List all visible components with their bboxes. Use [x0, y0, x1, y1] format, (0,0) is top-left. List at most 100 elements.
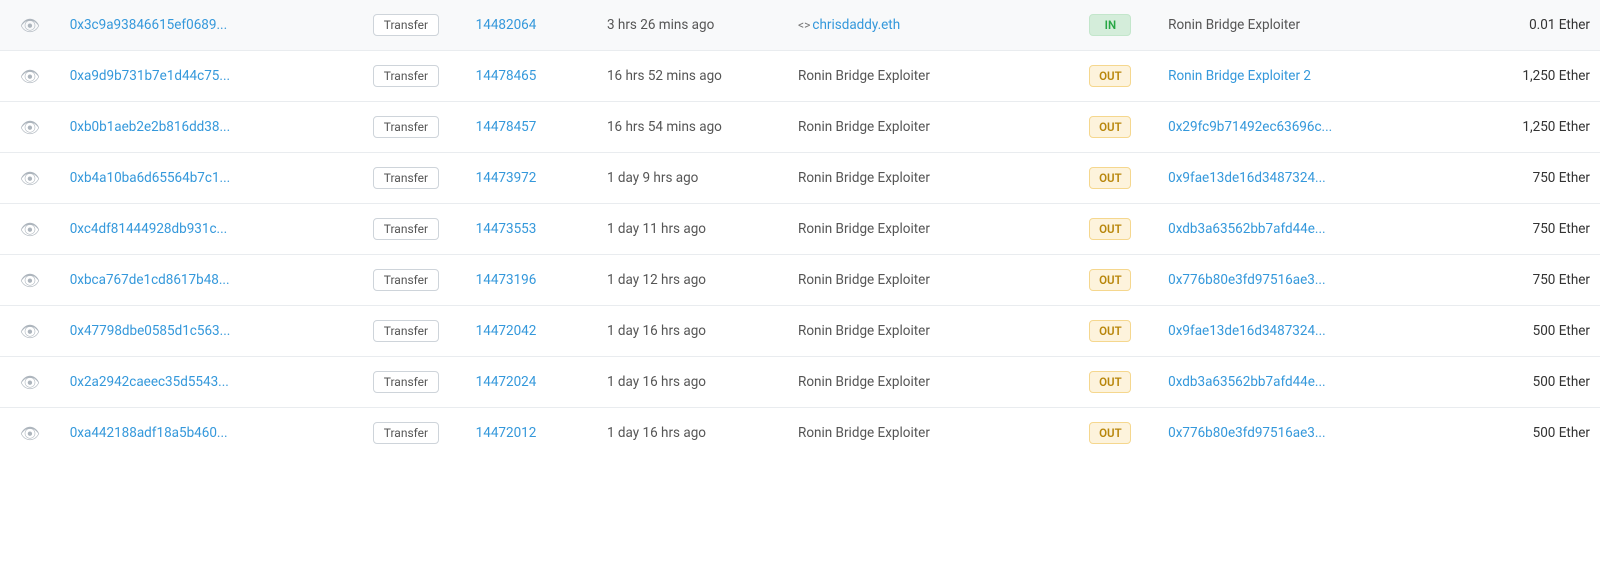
age-text: 1 day 12 hrs ago: [607, 272, 706, 288]
eye-cell: 👁: [0, 0, 60, 51]
from-text: Ronin Bridge Exploiter: [798, 323, 930, 339]
eye-cell: 👁: [0, 51, 60, 102]
direction-cell: OUT: [1063, 153, 1159, 204]
direction-badge: OUT: [1089, 422, 1131, 444]
age-text: 1 day 16 hrs ago: [607, 374, 706, 390]
value-text: 0.01 Ether: [1529, 17, 1590, 33]
eye-cell: 👁: [0, 408, 60, 459]
age-cell: 1 day 12 hrs ago: [597, 255, 788, 306]
type-cell: Transfer: [346, 153, 465, 204]
age-text: 16 hrs 54 mins ago: [607, 119, 722, 135]
direction-cell: OUT: [1063, 357, 1159, 408]
to-link[interactable]: 0x9fae13de16d3487324...: [1168, 323, 1326, 339]
value-cell: 1,250 Ether: [1445, 102, 1600, 153]
to-cell: 0x776b80e3fd97516ae3...: [1158, 255, 1445, 306]
value-cell: 500 Ether: [1445, 408, 1600, 459]
tx-hash-cell: 0x2a2942caeec35d5543...: [60, 357, 347, 408]
direction-badge: OUT: [1089, 218, 1131, 240]
to-link[interactable]: 0xdb3a63562bb7afd44e...: [1168, 374, 1325, 390]
to-link[interactable]: 0x776b80e3fd97516ae3...: [1168, 272, 1325, 288]
direction-badge: OUT: [1089, 320, 1131, 342]
eye-icon[interactable]: 👁: [20, 220, 40, 239]
block-cell: 14482064: [466, 0, 597, 51]
type-cell: Transfer: [346, 306, 465, 357]
eye-icon[interactable]: 👁: [20, 16, 40, 35]
tx-hash-link[interactable]: 0xa442188adf18a5b460...: [70, 425, 228, 441]
tx-hash-link[interactable]: 0x3c9a93846615ef0689...: [70, 17, 227, 33]
block-link[interactable]: 14482064: [476, 17, 537, 33]
eye-cell: 👁: [0, 102, 60, 153]
from-text: Ronin Bridge Exploiter: [798, 68, 930, 84]
from-cell: <>chrisdaddy.eth: [788, 0, 1063, 51]
to-link[interactable]: 0x776b80e3fd97516ae3...: [1168, 425, 1325, 441]
table-row: 👁 0x3c9a93846615ef0689... Transfer 14482064…: [0, 0, 1600, 51]
transfer-badge: Transfer: [373, 116, 439, 138]
block-link[interactable]: 14472012: [476, 425, 537, 441]
direction-cell: IN: [1063, 0, 1159, 51]
tx-hash-cell: 0xa9d9b731b7e1d44c75...: [60, 51, 347, 102]
from-cell: Ronin Bridge Exploiter: [788, 255, 1063, 306]
to-cell: 0x9fae13de16d3487324...: [1158, 153, 1445, 204]
age-cell: 1 day 16 hrs ago: [597, 306, 788, 357]
block-cell: 14473196: [466, 255, 597, 306]
transactions-table: 👁 0x3c9a93846615ef0689... Transfer 14482064…: [0, 0, 1600, 458]
block-cell: 14473553: [466, 204, 597, 255]
eye-icon[interactable]: 👁: [20, 322, 40, 341]
value-cell: 0.01 Ether: [1445, 0, 1600, 51]
eye-icon[interactable]: 👁: [20, 373, 40, 392]
from-cell: Ronin Bridge Exploiter: [788, 306, 1063, 357]
value-text: 750 Ether: [1533, 221, 1590, 237]
block-link[interactable]: 14473972: [476, 170, 537, 186]
table-row: 👁 0xa9d9b731b7e1d44c75... Transfer 14478465…: [0, 51, 1600, 102]
age-cell: 1 day 11 hrs ago: [597, 204, 788, 255]
eye-icon[interactable]: 👁: [20, 67, 40, 86]
contract-icon: <>: [798, 18, 810, 32]
direction-badge: OUT: [1089, 269, 1131, 291]
direction-cell: OUT: [1063, 51, 1159, 102]
block-link[interactable]: 14473196: [476, 272, 537, 288]
value-text: 500 Ether: [1533, 374, 1590, 390]
from-cell: Ronin Bridge Exploiter: [788, 408, 1063, 459]
table-row: 👁 0xb4a10ba6d65564b7c1... Transfer 14473972…: [0, 153, 1600, 204]
tx-hash-link[interactable]: 0x2a2942caeec35d5543...: [70, 374, 229, 390]
value-text: 500 Ether: [1533, 425, 1590, 441]
to-cell: Ronin Bridge Exploiter: [1158, 0, 1445, 51]
block-link[interactable]: 14472024: [476, 374, 537, 390]
to-link[interactable]: 0xdb3a63562bb7afd44e...: [1168, 221, 1325, 237]
tx-hash-link[interactable]: 0x47798dbe0585d1c563...: [70, 323, 231, 339]
value-text: 750 Ether: [1533, 272, 1590, 288]
from-text: Ronin Bridge Exploiter: [798, 221, 930, 237]
from-link[interactable]: chrisdaddy.eth: [812, 17, 900, 33]
eye-icon[interactable]: 👁: [20, 424, 40, 443]
from-cell: Ronin Bridge Exploiter: [788, 204, 1063, 255]
block-link[interactable]: 14478457: [476, 119, 537, 135]
type-cell: Transfer: [346, 408, 465, 459]
eye-icon[interactable]: 👁: [20, 169, 40, 188]
tx-hash-link[interactable]: 0xc4df81444928db931c...: [70, 221, 228, 237]
from-cell: Ronin Bridge Exploiter: [788, 153, 1063, 204]
value-cell: 750 Ether: [1445, 204, 1600, 255]
transfer-badge: Transfer: [373, 371, 439, 393]
tx-hash-link[interactable]: 0xb4a10ba6d65564b7c1...: [70, 170, 231, 186]
age-text: 1 day 16 hrs ago: [607, 425, 706, 441]
eye-cell: 👁: [0, 204, 60, 255]
eye-icon[interactable]: 👁: [20, 271, 40, 290]
block-link[interactable]: 14472042: [476, 323, 537, 339]
value-text: 1,250 Ether: [1522, 68, 1590, 84]
block-link[interactable]: 14478465: [476, 68, 537, 84]
tx-hash-link[interactable]: 0xbca767de1cd8617b48...: [70, 272, 230, 288]
tx-hash-link[interactable]: 0xb0b1aeb2e2b816dd38...: [70, 119, 230, 135]
eye-icon[interactable]: 👁: [20, 118, 40, 137]
type-cell: Transfer: [346, 0, 465, 51]
type-cell: Transfer: [346, 51, 465, 102]
to-link[interactable]: 0x9fae13de16d3487324...: [1168, 170, 1326, 186]
eye-cell: 👁: [0, 255, 60, 306]
tx-hash-link[interactable]: 0xa9d9b731b7e1d44c75...: [70, 68, 230, 84]
to-link[interactable]: 0x29fc9b71492ec63696c...: [1168, 119, 1332, 135]
block-cell: 14478465: [466, 51, 597, 102]
table-row: 👁 0xb0b1aeb2e2b816dd38... Transfer 14478457…: [0, 102, 1600, 153]
to-link[interactable]: Ronin Bridge Exploiter 2: [1168, 68, 1311, 84]
block-cell: 14472024: [466, 357, 597, 408]
block-link[interactable]: 14473553: [476, 221, 537, 237]
tx-hash-cell: 0xb0b1aeb2e2b816dd38...: [60, 102, 347, 153]
